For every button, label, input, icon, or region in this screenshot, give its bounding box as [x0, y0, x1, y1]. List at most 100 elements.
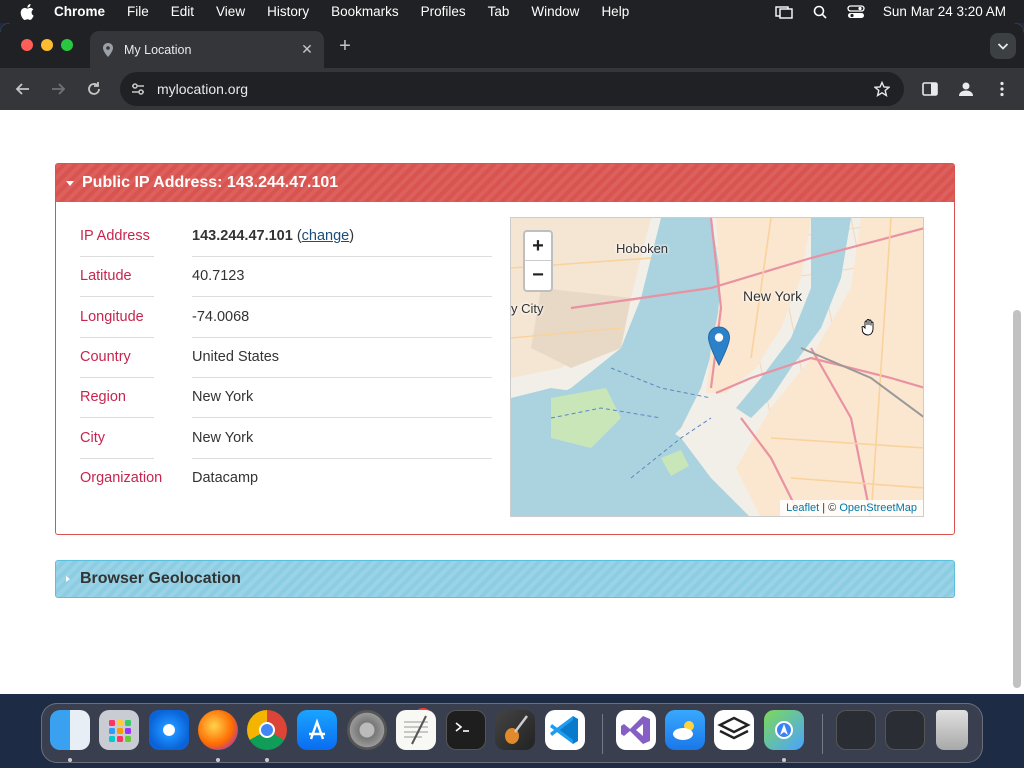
row-label-organization: Organization: [80, 469, 163, 486]
table-row: Country United States: [80, 337, 492, 377]
side-panel-icon[interactable]: [921, 80, 939, 98]
address-bar[interactable]: mylocation.org: [120, 72, 904, 106]
table-row: Organization Datacamp: [80, 458, 492, 498]
menu-window[interactable]: Window: [531, 4, 579, 19]
system-settings-icon[interactable]: [347, 710, 387, 750]
divider: [192, 458, 492, 459]
caret-down-icon: [66, 180, 74, 186]
divider: [80, 296, 154, 297]
terminal-icon[interactable]: [446, 710, 486, 750]
row-value-ip: 143.244.47.101 (change): [192, 228, 355, 245]
row-value-region: New York: [192, 389, 254, 406]
launchpad-icon[interactable]: [99, 710, 139, 750]
table-row: Region New York: [80, 377, 492, 417]
kebab-menu-icon[interactable]: [993, 80, 1011, 98]
divider: [80, 256, 154, 257]
zoom-out-button[interactable]: −: [525, 261, 551, 290]
textedit-icon[interactable]: [396, 710, 436, 750]
search-icon[interactable]: [811, 5, 829, 19]
minimized-window-thumbnail[interactable]: [885, 710, 925, 750]
tab-strip: My Location ✕ +: [0, 23, 1024, 68]
divider: [80, 458, 154, 459]
row-label-country: Country: [80, 349, 131, 366]
row-value-organization: Datacamp: [192, 469, 259, 486]
vscode-icon[interactable]: [545, 710, 585, 750]
zoom-in-button[interactable]: +: [525, 232, 551, 261]
tab-my-location[interactable]: My Location ✕: [90, 31, 324, 68]
dock-separator: [822, 714, 823, 754]
menu-profiles[interactable]: Profiles: [421, 4, 466, 19]
browser-window: My Location ✕ + mylocation.org Public IP…: [0, 23, 1024, 694]
close-window-button[interactable]: [21, 39, 33, 51]
finder-icon[interactable]: [50, 710, 90, 750]
menu-clock[interactable]: Sun Mar 24 3:20 AM: [883, 4, 1006, 19]
browser-toolbar: mylocation.org: [0, 68, 1024, 110]
public-ip-panel-header[interactable]: Public IP Address: 143.244.47.101: [56, 164, 954, 202]
new-tab-button[interactable]: +: [335, 35, 355, 58]
tab-search-button[interactable]: [990, 33, 1016, 59]
browser-geolocation-panel[interactable]: Browser Geolocation: [55, 560, 955, 598]
divider: [192, 337, 492, 338]
attribution-separator: | ©: [819, 502, 840, 514]
openstreetmap-link[interactable]: OpenStreetMap: [839, 502, 917, 514]
minimize-window-button[interactable]: [41, 39, 53, 51]
trash-icon[interactable]: [936, 710, 968, 750]
zoom-control: + −: [523, 230, 553, 292]
map-tiles[interactable]: [511, 218, 924, 517]
row-value-country: United States: [192, 349, 280, 366]
row-value-latitude: 40.7123: [192, 268, 245, 285]
caret-right-icon: [66, 576, 70, 582]
map-attribution: Leaflet | © OpenStreetMap: [780, 500, 923, 516]
visual-studio-icon[interactable]: [616, 710, 656, 750]
menu-file[interactable]: File: [127, 4, 149, 19]
ip-info-table: IP Address 143.244.47.101 (change) Latit…: [80, 216, 492, 498]
window-controls: [21, 39, 73, 51]
chrome-icon[interactable]: [247, 710, 287, 750]
profile-icon[interactable]: [957, 80, 975, 98]
control-center-icon[interactable]: [847, 4, 865, 19]
menu-view[interactable]: View: [216, 4, 245, 19]
running-indicator: [265, 758, 269, 762]
row-value-longitude: -74.0068: [192, 308, 250, 325]
chevron-down-icon: [997, 43, 1009, 50]
layers-app-icon[interactable]: [714, 710, 754, 750]
leaflet-link[interactable]: Leaflet: [786, 502, 819, 514]
bookmark-star-icon[interactable]: [874, 81, 890, 97]
row-label-region: Region: [80, 389, 126, 406]
page-content: Public IP Address: 143.244.47.101 IP Add…: [0, 110, 1024, 694]
running-indicator: [216, 758, 220, 762]
menu-tab[interactable]: Tab: [488, 4, 510, 19]
row-label-longitude: Longitude: [80, 308, 144, 325]
back-arrow-icon[interactable]: [13, 79, 33, 99]
app-store-icon[interactable]: [297, 710, 337, 750]
menu-edit[interactable]: Edit: [171, 4, 194, 19]
menu-help[interactable]: Help: [601, 4, 629, 19]
minimized-window-thumbnail[interactable]: [836, 710, 876, 750]
close-tab-icon[interactable]: ✕: [300, 42, 314, 56]
tab-title: My Location: [124, 42, 192, 57]
firefox-icon[interactable]: [198, 710, 238, 750]
screen-mirroring-icon[interactable]: [775, 5, 793, 19]
map-marker-icon[interactable]: [707, 326, 731, 366]
apple-icon[interactable]: [20, 3, 34, 20]
garageband-icon[interactable]: [495, 710, 535, 750]
divider: [80, 337, 154, 338]
maps-icon[interactable]: [764, 710, 804, 750]
forward-arrow-icon[interactable]: [48, 79, 68, 99]
url-text[interactable]: mylocation.org: [157, 81, 248, 97]
change-ip-link[interactable]: change: [302, 228, 350, 244]
fullscreen-window-button[interactable]: [61, 39, 73, 51]
menu-bookmarks[interactable]: Bookmarks: [331, 4, 399, 19]
map-pin-favicon-icon: [103, 42, 113, 57]
row-label-city: City: [80, 429, 105, 446]
menu-history[interactable]: History: [267, 4, 309, 19]
reload-icon[interactable]: [84, 79, 104, 99]
weather-icon[interactable]: [665, 710, 705, 750]
page-scrollbar[interactable]: [1013, 310, 1021, 688]
site-info-icon[interactable]: [130, 81, 146, 97]
location-map[interactable]: Hoboken New York y City + − Leaflet | ©: [510, 217, 924, 517]
divider: [192, 417, 492, 418]
public-ip-title: Public IP Address: 143.244.47.101: [82, 174, 339, 191]
safari-icon[interactable]: [149, 710, 189, 750]
menu-app-name[interactable]: Chrome: [54, 4, 105, 19]
